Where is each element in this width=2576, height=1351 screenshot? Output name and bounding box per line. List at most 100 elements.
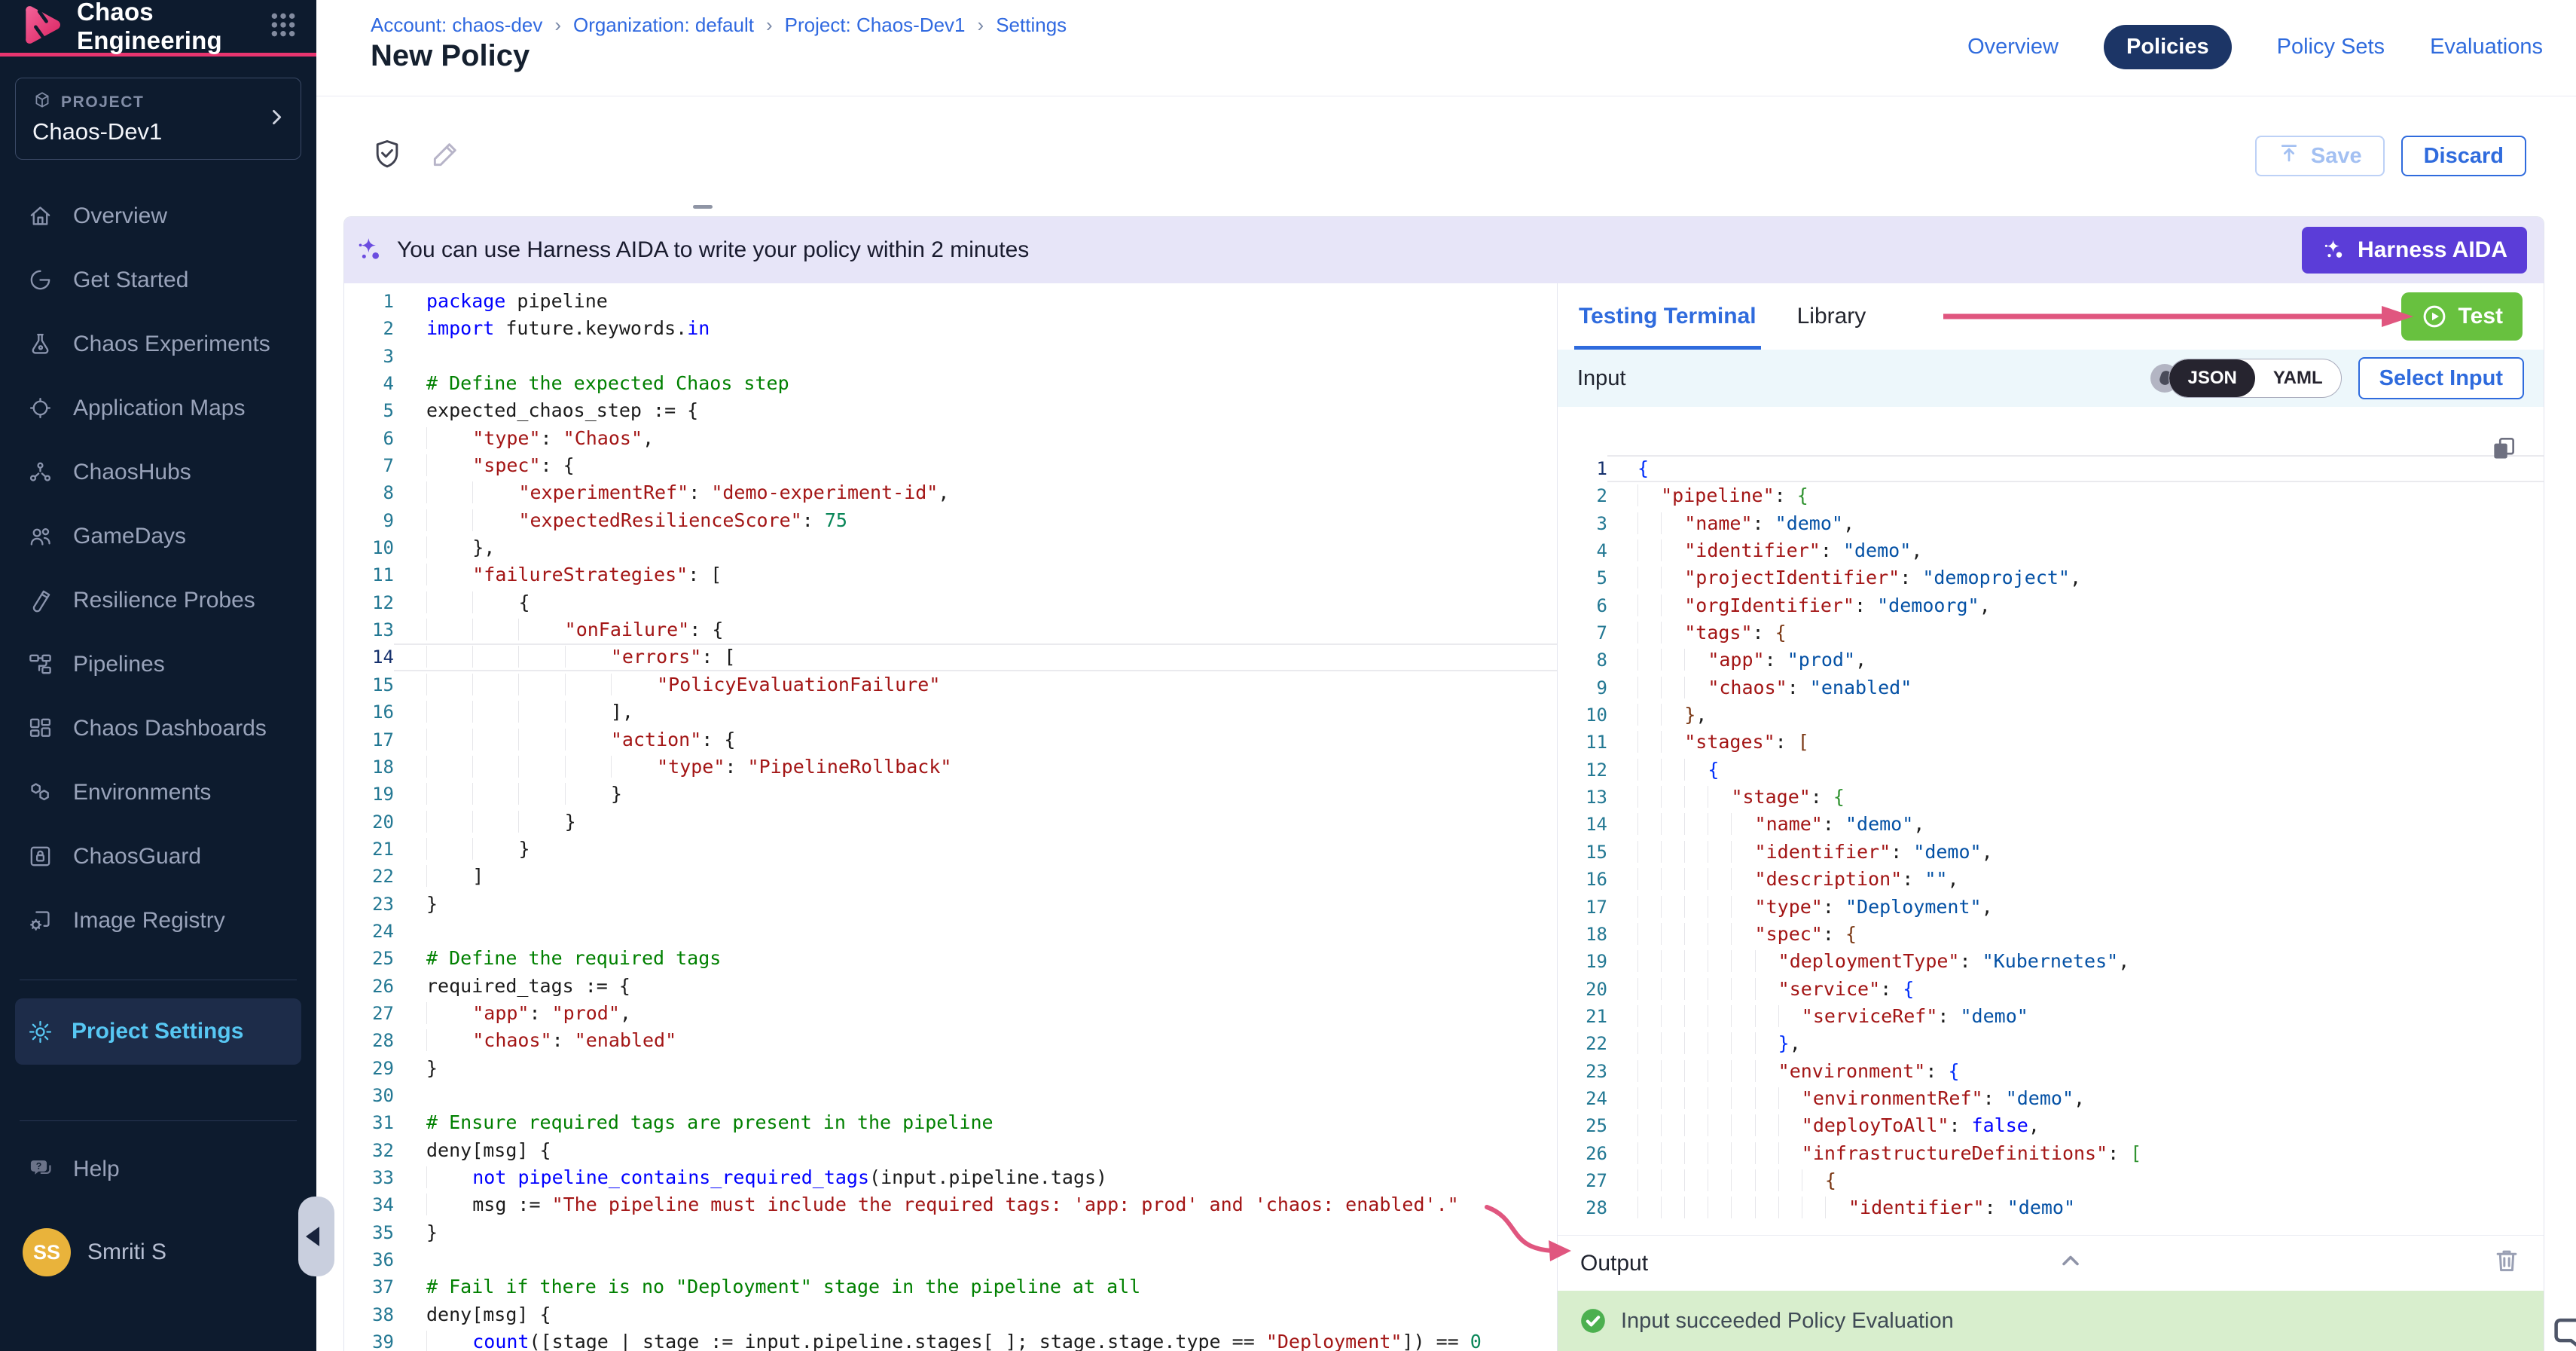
code-line[interactable]: 14 "errors": [ <box>344 643 1557 671</box>
user-menu[interactable]: SS Smriti S <box>0 1228 316 1276</box>
resize-handle[interactable] <box>693 205 713 209</box>
tab-testing-terminal[interactable]: Testing Terminal <box>1579 283 1757 350</box>
sidebar-item-get-started[interactable]: Get Started <box>0 248 316 312</box>
code-line[interactable]: 5expected_chaos_step := { <box>344 397 1557 424</box>
code-line[interactable]: 4 "identifier": "demo", <box>1558 537 2544 564</box>
code-line[interactable]: 26required_tags := { <box>344 973 1557 1000</box>
code-line[interactable]: 21 "serviceRef": "demo" <box>1558 1003 2544 1030</box>
code-line[interactable]: 38deny[msg] { <box>344 1301 1557 1328</box>
save-button[interactable]: Save <box>2255 136 2385 176</box>
code-line[interactable]: 14 "name": "demo", <box>1558 811 2544 838</box>
code-line[interactable]: 21 } <box>344 836 1557 863</box>
breadcrumb-item[interactable]: Settings <box>996 14 1067 37</box>
code-line[interactable]: 10 }, <box>344 534 1557 561</box>
sidebar-item-overview[interactable]: Overview <box>0 184 316 248</box>
sidebar-item-project-settings[interactable]: Project Settings <box>15 998 301 1065</box>
code-line[interactable]: 16 "description": "", <box>1558 866 2544 893</box>
code-line[interactable]: 1package pipeline <box>344 288 1557 315</box>
apps-grid-icon[interactable] <box>268 10 298 44</box>
code-line[interactable]: 12 { <box>344 589 1557 616</box>
sidebar-item-pipelines[interactable]: Pipelines <box>0 632 316 696</box>
code-line[interactable]: 11 "failureStrategies": [ <box>344 561 1557 588</box>
code-line[interactable]: 2 "pipeline": { <box>1558 482 2544 509</box>
code-line[interactable]: 32deny[msg] { <box>344 1137 1557 1164</box>
code-line[interactable]: 17 "type": "Deployment", <box>1558 894 2544 921</box>
test-button[interactable]: Test <box>2401 292 2523 341</box>
code-line[interactable]: 28 "identifier": "demo" <box>1558 1194 2544 1221</box>
discard-button[interactable]: Discard <box>2401 136 2526 176</box>
code-line[interactable]: 39 count([stage | stage := input.pipelin… <box>344 1328 1557 1351</box>
code-line[interactable]: 24 "environmentRef": "demo", <box>1558 1085 2544 1112</box>
sidebar-item-chaosguard[interactable]: ChaosGuard <box>0 824 316 888</box>
breadcrumb-item[interactable]: Project: Chaos-Dev1 <box>785 14 966 37</box>
code-line[interactable]: 26 "infrastructureDefinitions": [ <box>1558 1140 2544 1167</box>
format-option-json[interactable]: JSON <box>2169 359 2254 397</box>
sidebar-item-chaos-dashboards[interactable]: Chaos Dashboards <box>0 696 316 760</box>
shield-check-icon[interactable] <box>371 137 404 174</box>
code-line[interactable]: 5 "projectIdentifier": "demoproject", <box>1558 564 2544 591</box>
code-line[interactable]: 28 "chaos": "enabled" <box>344 1027 1557 1054</box>
sidebar-item-resilience-probes[interactable]: Resilience Probes <box>0 568 316 632</box>
code-line[interactable]: 20 "service": { <box>1558 976 2544 1003</box>
project-selector[interactable]: PROJECT Chaos-Dev1 <box>15 78 301 160</box>
code-line[interactable]: 37# Fail if there is no "Deployment" sta… <box>344 1273 1557 1301</box>
code-line[interactable]: 36 <box>344 1246 1557 1273</box>
code-line[interactable]: 30 <box>344 1082 1557 1109</box>
code-line[interactable]: 7 "spec": { <box>344 452 1557 479</box>
top-nav-evaluations[interactable]: Evaluations <box>2430 35 2543 60</box>
select-input-button[interactable]: Select Input <box>2358 357 2524 399</box>
top-nav-policies[interactable]: Policies <box>2104 25 2232 69</box>
code-line[interactable]: 4# Define the expected Chaos step <box>344 370 1557 397</box>
code-line[interactable]: 31# Ensure required tags are present in … <box>344 1109 1557 1136</box>
code-line[interactable]: 2import future.keywords.in <box>344 315 1557 342</box>
code-line[interactable]: 3 <box>344 343 1557 370</box>
collapse-output-icon[interactable] <box>2057 1247 2084 1280</box>
code-line[interactable]: 27 "app": "prod", <box>344 1000 1557 1027</box>
code-line[interactable]: 18 "spec": { <box>1558 921 2544 948</box>
sidebar-item-image-registry[interactable]: Image Registry <box>0 888 316 952</box>
format-toggle[interactable]: JSON YAML <box>2169 359 2341 398</box>
code-line[interactable]: 19 "deploymentType": "Kubernetes", <box>1558 948 2544 975</box>
code-line[interactable]: 15 "identifier": "demo", <box>1558 839 2544 866</box>
code-line[interactable]: 13 "onFailure": { <box>344 616 1557 643</box>
code-line[interactable]: 19 } <box>344 781 1557 808</box>
code-line[interactable]: 17 "action": { <box>344 726 1557 753</box>
sidebar-collapse-handle[interactable] <box>298 1197 334 1276</box>
code-line[interactable]: 12 { <box>1558 756 2544 784</box>
code-line[interactable]: 7 "tags": { <box>1558 619 2544 646</box>
test-input-editor[interactable]: 1{2 "pipeline": {3 "name": "demo",4 "ide… <box>1558 407 2544 1235</box>
code-line[interactable]: 20 } <box>344 808 1557 836</box>
copy-icon[interactable] <box>2489 434 2518 466</box>
sidebar-item-gamedays[interactable]: GameDays <box>0 504 316 568</box>
code-line[interactable]: 8 "experimentRef": "demo-experiment-id", <box>344 479 1557 506</box>
code-line[interactable]: 16 ], <box>344 698 1557 726</box>
code-line[interactable]: 34 msg := "The pipeline must include the… <box>344 1191 1557 1218</box>
delete-output-icon[interactable] <box>2492 1246 2521 1281</box>
code-line[interactable]: 25# Define the required tags <box>344 945 1557 972</box>
code-line[interactable]: 8 "app": "prod", <box>1558 646 2544 674</box>
code-line[interactable]: 11 "stages": [ <box>1558 729 2544 756</box>
harness-aida-button[interactable]: Harness AIDA <box>2302 227 2527 274</box>
edit-pencil-icon[interactable] <box>429 137 462 174</box>
code-line[interactable]: 6 "orgIdentifier": "demoorg", <box>1558 592 2544 619</box>
code-line[interactable]: 22 ] <box>344 863 1557 890</box>
code-line[interactable]: 18 "type": "PipelineRollback" <box>344 753 1557 781</box>
code-line[interactable]: 33 not pipeline_contains_required_tags(i… <box>344 1164 1557 1191</box>
code-line[interactable]: 10 }, <box>1558 701 2544 729</box>
code-line[interactable]: 6 "type": "Chaos", <box>344 425 1557 452</box>
code-line[interactable]: 35} <box>344 1219 1557 1246</box>
code-line[interactable]: 1{ <box>1558 455 2544 482</box>
chat-bubble-icon[interactable] <box>2552 1313 2576 1351</box>
policy-code-editor[interactable]: 1package pipeline2import future.keywords… <box>344 283 1557 1351</box>
breadcrumb-item[interactable]: Organization: default <box>573 14 754 37</box>
code-line[interactable]: 23 "environment": { <box>1558 1058 2544 1085</box>
sidebar-item-help[interactable]: ? Help <box>0 1145 316 1194</box>
code-line[interactable]: 23} <box>344 891 1557 918</box>
code-line[interactable]: 25 "deployToAll": false, <box>1558 1112 2544 1139</box>
code-line[interactable]: 29} <box>344 1055 1557 1082</box>
harness-chaos-logo-icon[interactable] <box>18 2 63 51</box>
code-line[interactable]: 9 "expectedResilienceScore": 75 <box>344 507 1557 534</box>
tab-library[interactable]: Library <box>1797 283 1866 350</box>
sidebar-item-chaoshubs[interactable]: ChaosHubs <box>0 440 316 504</box>
code-line[interactable]: 3 "name": "demo", <box>1558 510 2544 537</box>
